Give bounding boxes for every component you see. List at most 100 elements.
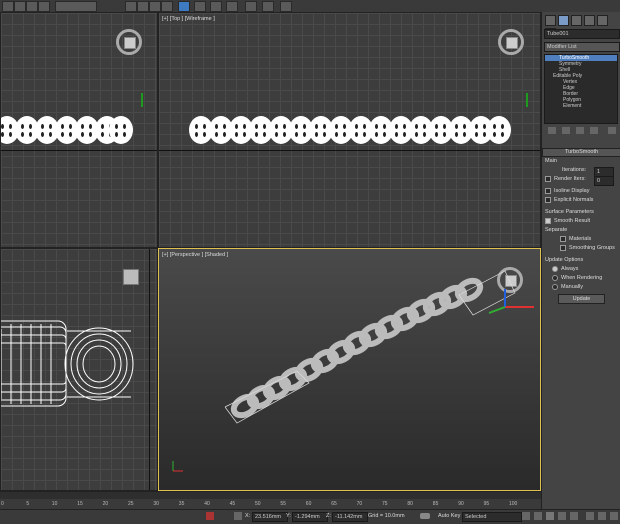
- smoothing-groups-checkbox[interactable]: [560, 244, 566, 251]
- graphite-icon[interactable]: [161, 1, 173, 12]
- chain-link-hole: [355, 132, 358, 137]
- when-rendering-radio[interactable]: [552, 274, 558, 281]
- chain-wireframe[interactable]: [1, 309, 136, 419]
- scene-explorer-icon[interactable]: [178, 1, 190, 12]
- z-coordinate-label: Z:: [326, 513, 331, 519]
- play-icon[interactable]: [546, 512, 554, 520]
- mirror-icon[interactable]: [125, 1, 137, 12]
- viewcube-icon[interactable]: [123, 269, 139, 285]
- smooth-result-checkbox[interactable]: [545, 217, 551, 224]
- chain-link-hole: [69, 132, 72, 137]
- timeline-tick-label: 85: [432, 501, 439, 507]
- render-icon[interactable]: [280, 1, 292, 12]
- absolute-mode-icon[interactable]: [234, 512, 242, 520]
- chain-top[interactable]: [189, 116, 511, 146]
- layer-icon[interactable]: [149, 1, 161, 12]
- render-setup-icon[interactable]: [245, 1, 257, 12]
- rollout-header[interactable]: TurboSmooth: [542, 148, 620, 157]
- next-frame-icon[interactable]: [558, 512, 566, 520]
- chain-link-hole: [203, 132, 206, 137]
- configure-sets-icon[interactable]: [608, 127, 616, 134]
- manually-radio[interactable]: [552, 283, 558, 290]
- show-end-result-icon[interactable]: [562, 127, 570, 134]
- selected-dropdown[interactable]: Selected: [462, 512, 522, 522]
- render-iters-checkbox[interactable]: [545, 175, 551, 182]
- prev-frame-icon[interactable]: [534, 512, 542, 520]
- chain-link-hole: [275, 124, 278, 129]
- schematic-view-icon[interactable]: [210, 1, 222, 12]
- timeline[interactable]: 0 5 10 15 20 25 30 35 40 45 50 55 60 65 70 75 80 85 90 95 10…: [0, 491, 541, 510]
- x-coordinate-field[interactable]: 23.516mm: [252, 512, 288, 522]
- timeline-tick-label: 75: [382, 501, 388, 507]
- chain-link-hole: [195, 124, 198, 129]
- bind-icon[interactable]: [26, 1, 38, 12]
- material-editor-icon[interactable]: [226, 1, 238, 12]
- zoom-icon[interactable]: [586, 512, 594, 520]
- viewport-left[interactable]: [0, 248, 158, 491]
- chain-link-hole: [203, 124, 206, 129]
- chain-link-hole: [315, 124, 318, 129]
- unlink-icon[interactable]: [14, 1, 26, 12]
- auto-key-button[interactable]: Auto Key: [438, 513, 460, 519]
- status-bar: X: 23.516mm Y: -1.294mm Z: -11.142mm Gri…: [0, 509, 620, 524]
- viewport-top-label[interactable]: [+] [Top ] [Wireframe ]: [162, 16, 215, 22]
- timeline-tick-label: 80: [407, 501, 413, 507]
- timeline-tick-label: 40: [204, 501, 210, 507]
- chain-link-hole: [415, 124, 418, 129]
- modifier-list-dropdown[interactable]: Modifier List: [544, 42, 620, 52]
- chain-link-hole: [89, 132, 92, 137]
- always-radio[interactable]: [552, 265, 558, 272]
- chain-front[interactable]: [1, 116, 135, 146]
- viewport-front[interactable]: [0, 12, 158, 248]
- motion-tab-icon[interactable]: [584, 15, 595, 26]
- timeline-tick-label: 20: [102, 501, 109, 507]
- orbit-icon[interactable]: [610, 512, 618, 520]
- modifier-stack[interactable]: TurboSmooth Symmetry Shell Editable Poly…: [544, 54, 618, 124]
- timeline-tick-label: 95: [483, 501, 490, 507]
- link-icon[interactable]: [2, 1, 14, 12]
- pan-icon[interactable]: [598, 512, 606, 520]
- goto-end-icon[interactable]: [570, 512, 578, 520]
- viewport-top[interactable]: [+] [Top ] [Wireframe ]: [158, 12, 541, 248]
- goto-start-icon[interactable]: [522, 512, 530, 520]
- viewcube-icon[interactable]: [116, 29, 142, 55]
- display-tab-icon[interactable]: [597, 15, 608, 26]
- make-unique-icon[interactable]: [576, 127, 584, 134]
- chain-link: [109, 116, 133, 144]
- timeline-tick-label: 100: [509, 501, 518, 507]
- modify-tab-icon[interactable]: [558, 15, 569, 26]
- chain-link-hole: [115, 132, 118, 137]
- chain-link: [487, 116, 511, 144]
- timeline-tick-label: 10: [51, 501, 58, 507]
- y-coordinate-field[interactable]: -1.294mm: [292, 512, 328, 522]
- viewcube-icon[interactable]: [498, 29, 524, 55]
- update-button[interactable]: Update: [558, 294, 605, 304]
- chain-perspective[interactable]: [159, 249, 541, 491]
- hierarchy-tab-icon[interactable]: [571, 15, 582, 26]
- chain-link-hole: [283, 124, 286, 129]
- viewport-perspective[interactable]: [+] [Perspective ] [Shaded ]: [158, 248, 541, 491]
- align-icon[interactable]: [137, 1, 149, 12]
- explicit-normals-checkbox[interactable]: [545, 196, 551, 203]
- chain-link-hole: [101, 132, 104, 137]
- pin-stack-icon[interactable]: [548, 127, 556, 134]
- object-name-field[interactable]: Tube001: [544, 29, 620, 39]
- curve-editor-icon[interactable]: [194, 1, 206, 12]
- z-coordinate-field[interactable]: -11.142mm: [332, 512, 368, 522]
- selection-filter-dropdown[interactable]: [55, 1, 97, 12]
- key-icon[interactable]: [420, 513, 430, 519]
- time-slider[interactable]: [0, 492, 541, 499]
- lock-selection-icon[interactable]: [206, 512, 214, 520]
- filter-icon[interactable]: [38, 1, 50, 12]
- isoline-display-label: Isoline Display: [554, 188, 590, 194]
- chain-link-hole: [263, 132, 266, 137]
- rendered-frame-icon[interactable]: [262, 1, 274, 12]
- render-iters-spinner[interactable]: 0: [594, 176, 614, 186]
- isoline-display-checkbox[interactable]: [545, 187, 551, 194]
- chain-link-hole: [423, 132, 426, 137]
- stack-item-element[interactable]: Element: [545, 103, 617, 109]
- command-panel: Tube001 Modifier List TurboSmooth Symmet…: [541, 12, 620, 523]
- remove-modifier-icon[interactable]: [590, 127, 598, 134]
- materials-checkbox[interactable]: [560, 235, 566, 242]
- create-tab-icon[interactable]: [545, 15, 556, 26]
